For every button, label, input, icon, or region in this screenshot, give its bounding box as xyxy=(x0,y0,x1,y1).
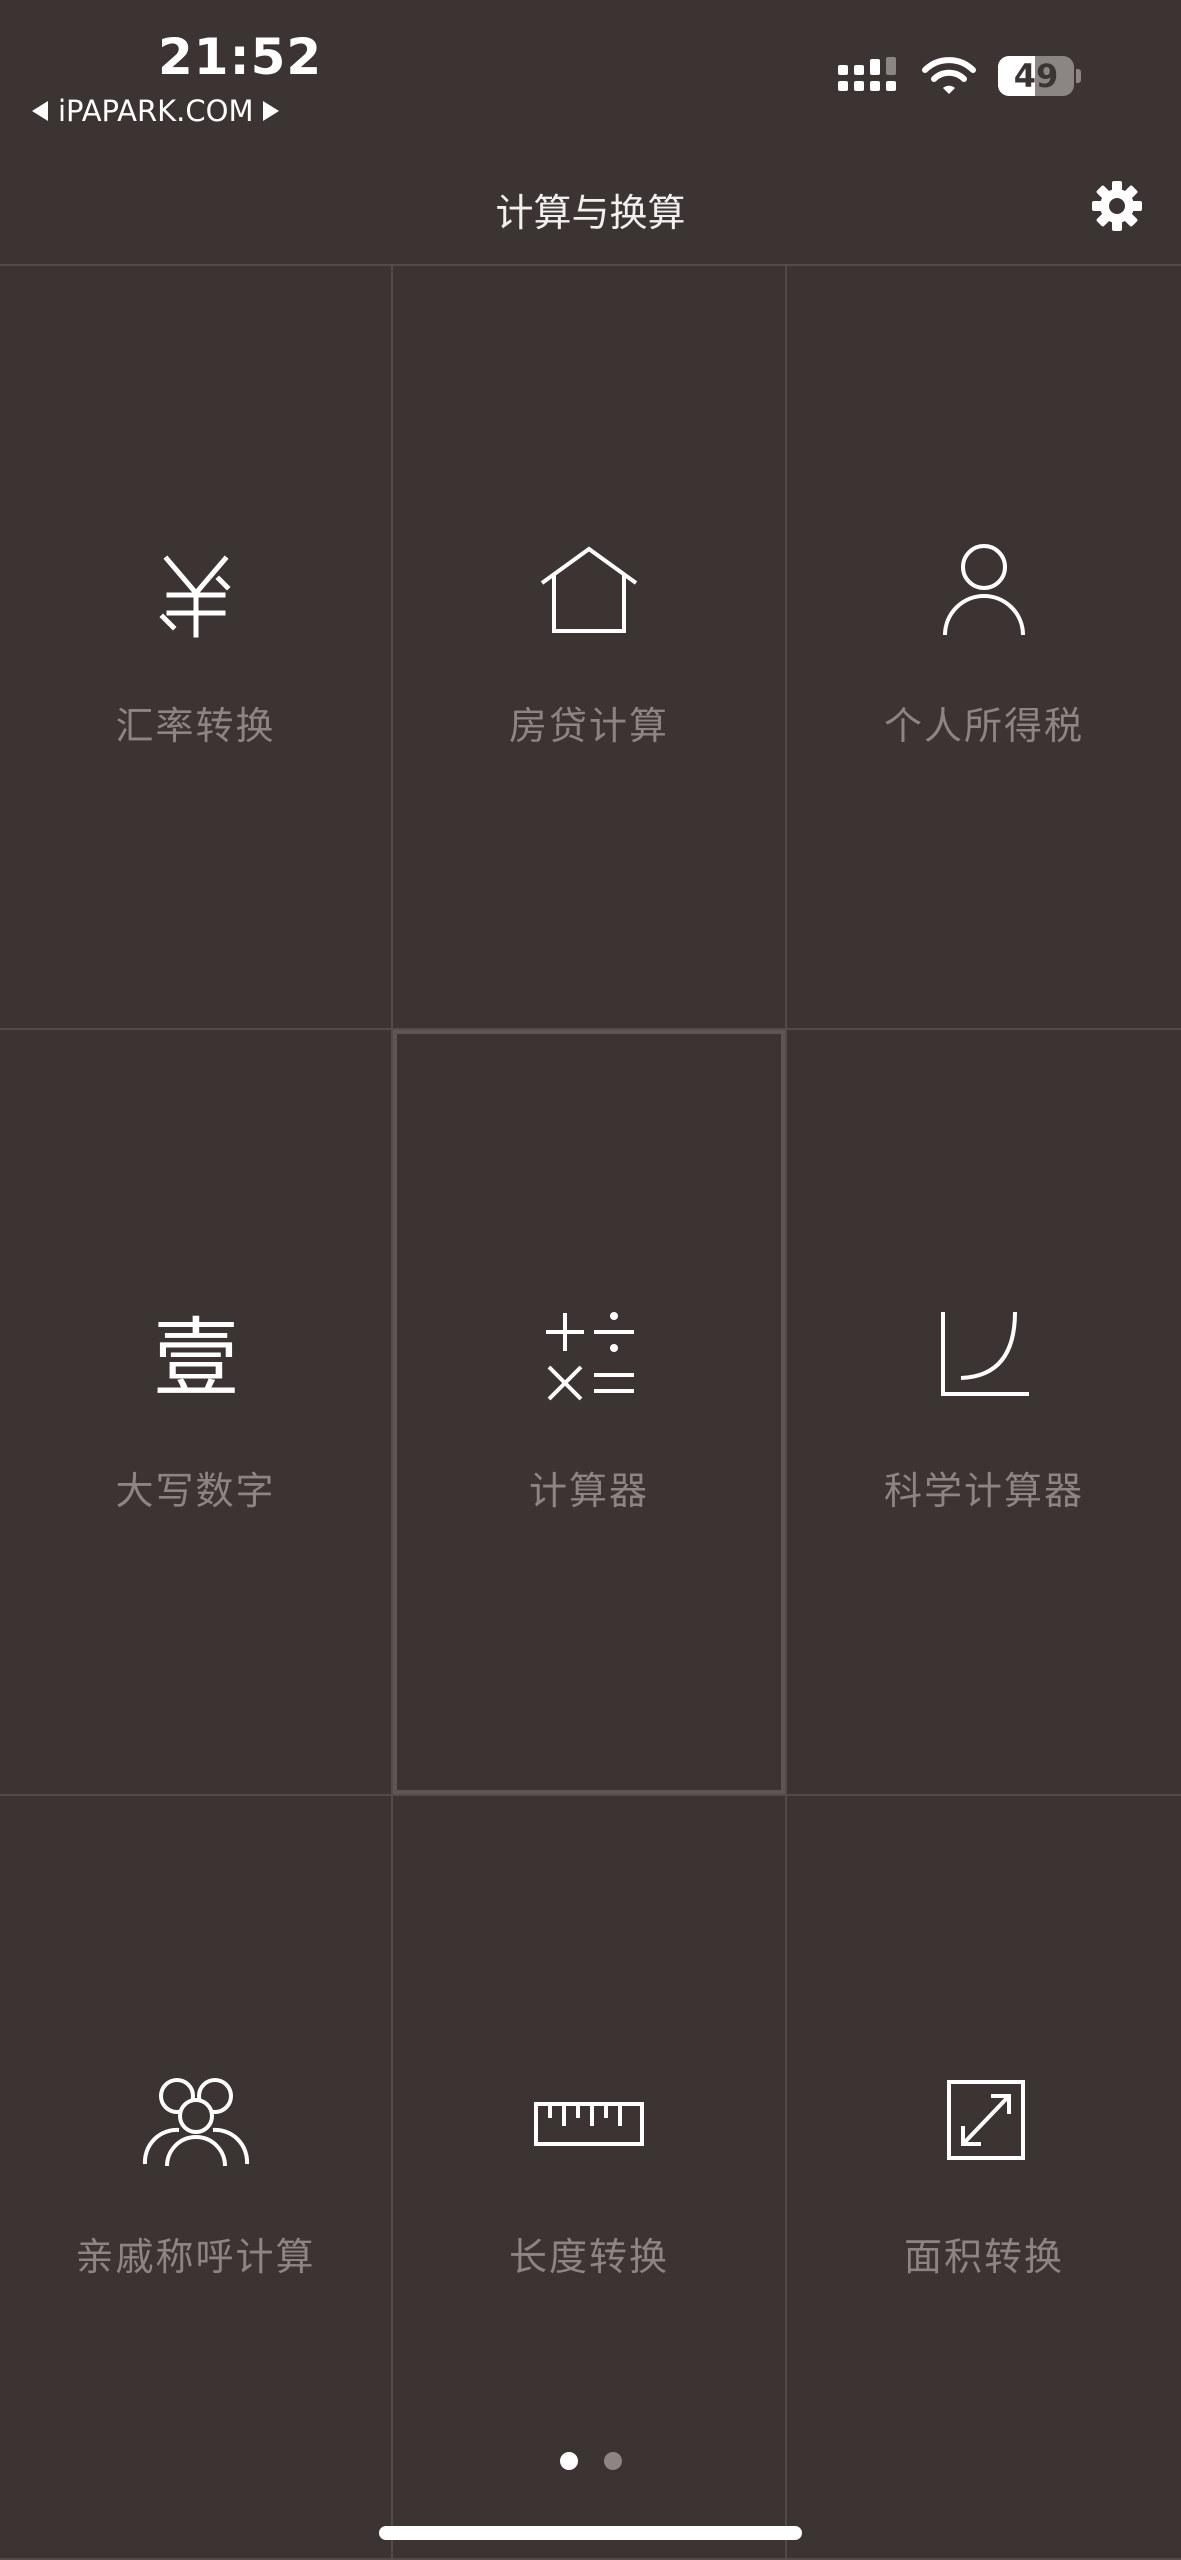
ruler-icon-wrap xyxy=(534,2066,644,2176)
tool-calculator[interactable]: 计算器 xyxy=(393,1030,787,1796)
chinese-numeral-icon: 壹 xyxy=(153,1309,239,1409)
gear-icon xyxy=(1092,181,1142,231)
tool-label: 汇率转换 xyxy=(115,704,276,748)
family-icon-wrap xyxy=(141,2066,251,2176)
tool-grid: 汇率转换 房贷计算 个人所得税 壹 大写数字 计算器 科学计算器 亲戚称呼计算 … xyxy=(0,265,1181,2560)
settings-button[interactable] xyxy=(1089,178,1145,234)
tool-income-tax[interactable]: 个人所得税 xyxy=(787,265,1181,1030)
tool-label: 长度转换 xyxy=(508,2235,669,2279)
resize-icon xyxy=(947,2080,1025,2160)
tool-label: 房贷计算 xyxy=(508,704,669,748)
tool-label: 计算器 xyxy=(528,1469,649,1513)
calculator-icon xyxy=(546,1312,634,1401)
battery-level: 49 xyxy=(1013,57,1059,95)
calculator-icon-wrap xyxy=(534,1300,644,1410)
tool-exchange-rate[interactable]: 汇率转换 xyxy=(0,265,393,1030)
tool-label: 亲戚称呼计算 xyxy=(75,2235,316,2279)
home-indicator[interactable] xyxy=(379,2526,802,2540)
navigation-bar: 计算与换算 xyxy=(0,140,1181,266)
yen-icon-wrap xyxy=(141,535,251,645)
wifi-icon xyxy=(922,57,976,94)
page-title: 计算与换算 xyxy=(495,191,686,235)
person-icon xyxy=(943,544,1025,636)
curve-graph-icon-wrap xyxy=(929,1300,1039,1410)
tool-area-converter[interactable]: 面积转换 xyxy=(787,1796,1181,2560)
tool-label: 个人所得税 xyxy=(883,704,1084,748)
back-link-label: iPAPARK.COM xyxy=(58,94,254,128)
family-icon xyxy=(142,2078,249,2167)
house-icon xyxy=(540,546,638,633)
battery-tip xyxy=(1076,69,1081,83)
numeral-glyph: 壹 xyxy=(153,1309,239,1409)
tool-scientific-calculator[interactable]: 科学计算器 xyxy=(787,1030,1181,1796)
tool-mortgage[interactable]: 房贷计算 xyxy=(393,265,787,1030)
cellular-signal-icon xyxy=(838,57,896,91)
battery-icon: 49 xyxy=(998,56,1074,96)
tool-label: 面积转换 xyxy=(903,2235,1064,2279)
tool-relatives-calculator[interactable]: 亲戚称呼计算 xyxy=(0,1796,393,2560)
chinese-numeral-icon-wrap: 壹 xyxy=(141,1300,251,1410)
page-dot-1[interactable] xyxy=(559,2452,578,2470)
screen: 21:52 iPAPARK.COM 49 计算与换算 汇率转换 房贷计算 个人所… xyxy=(0,0,1181,2560)
curve-graph-icon xyxy=(941,1311,1029,1396)
status-time: 21:52 xyxy=(158,28,323,86)
back-to-app-link[interactable]: iPAPARK.COM xyxy=(32,94,280,128)
status-bar: 21:52 iPAPARK.COM 49 xyxy=(0,0,1181,140)
page-indicator xyxy=(0,2452,1181,2470)
yen-icon xyxy=(158,555,231,638)
resize-icon-wrap xyxy=(929,2066,1039,2176)
house-icon-wrap xyxy=(534,535,644,645)
ruler-icon xyxy=(534,2102,644,2146)
back-triangle-icon xyxy=(32,101,48,121)
page-dot-2[interactable] xyxy=(603,2452,622,2470)
tool-length-converter[interactable]: 长度转换 xyxy=(393,1796,787,2560)
tool-label: 科学计算器 xyxy=(883,1469,1084,1513)
tool-label: 大写数字 xyxy=(115,1469,276,1513)
status-icons: 49 xyxy=(838,56,1081,96)
tool-chinese-numerals[interactable]: 壹 大写数字 xyxy=(0,1030,393,1796)
forward-triangle-icon xyxy=(263,101,280,121)
person-icon-wrap xyxy=(929,535,1039,645)
